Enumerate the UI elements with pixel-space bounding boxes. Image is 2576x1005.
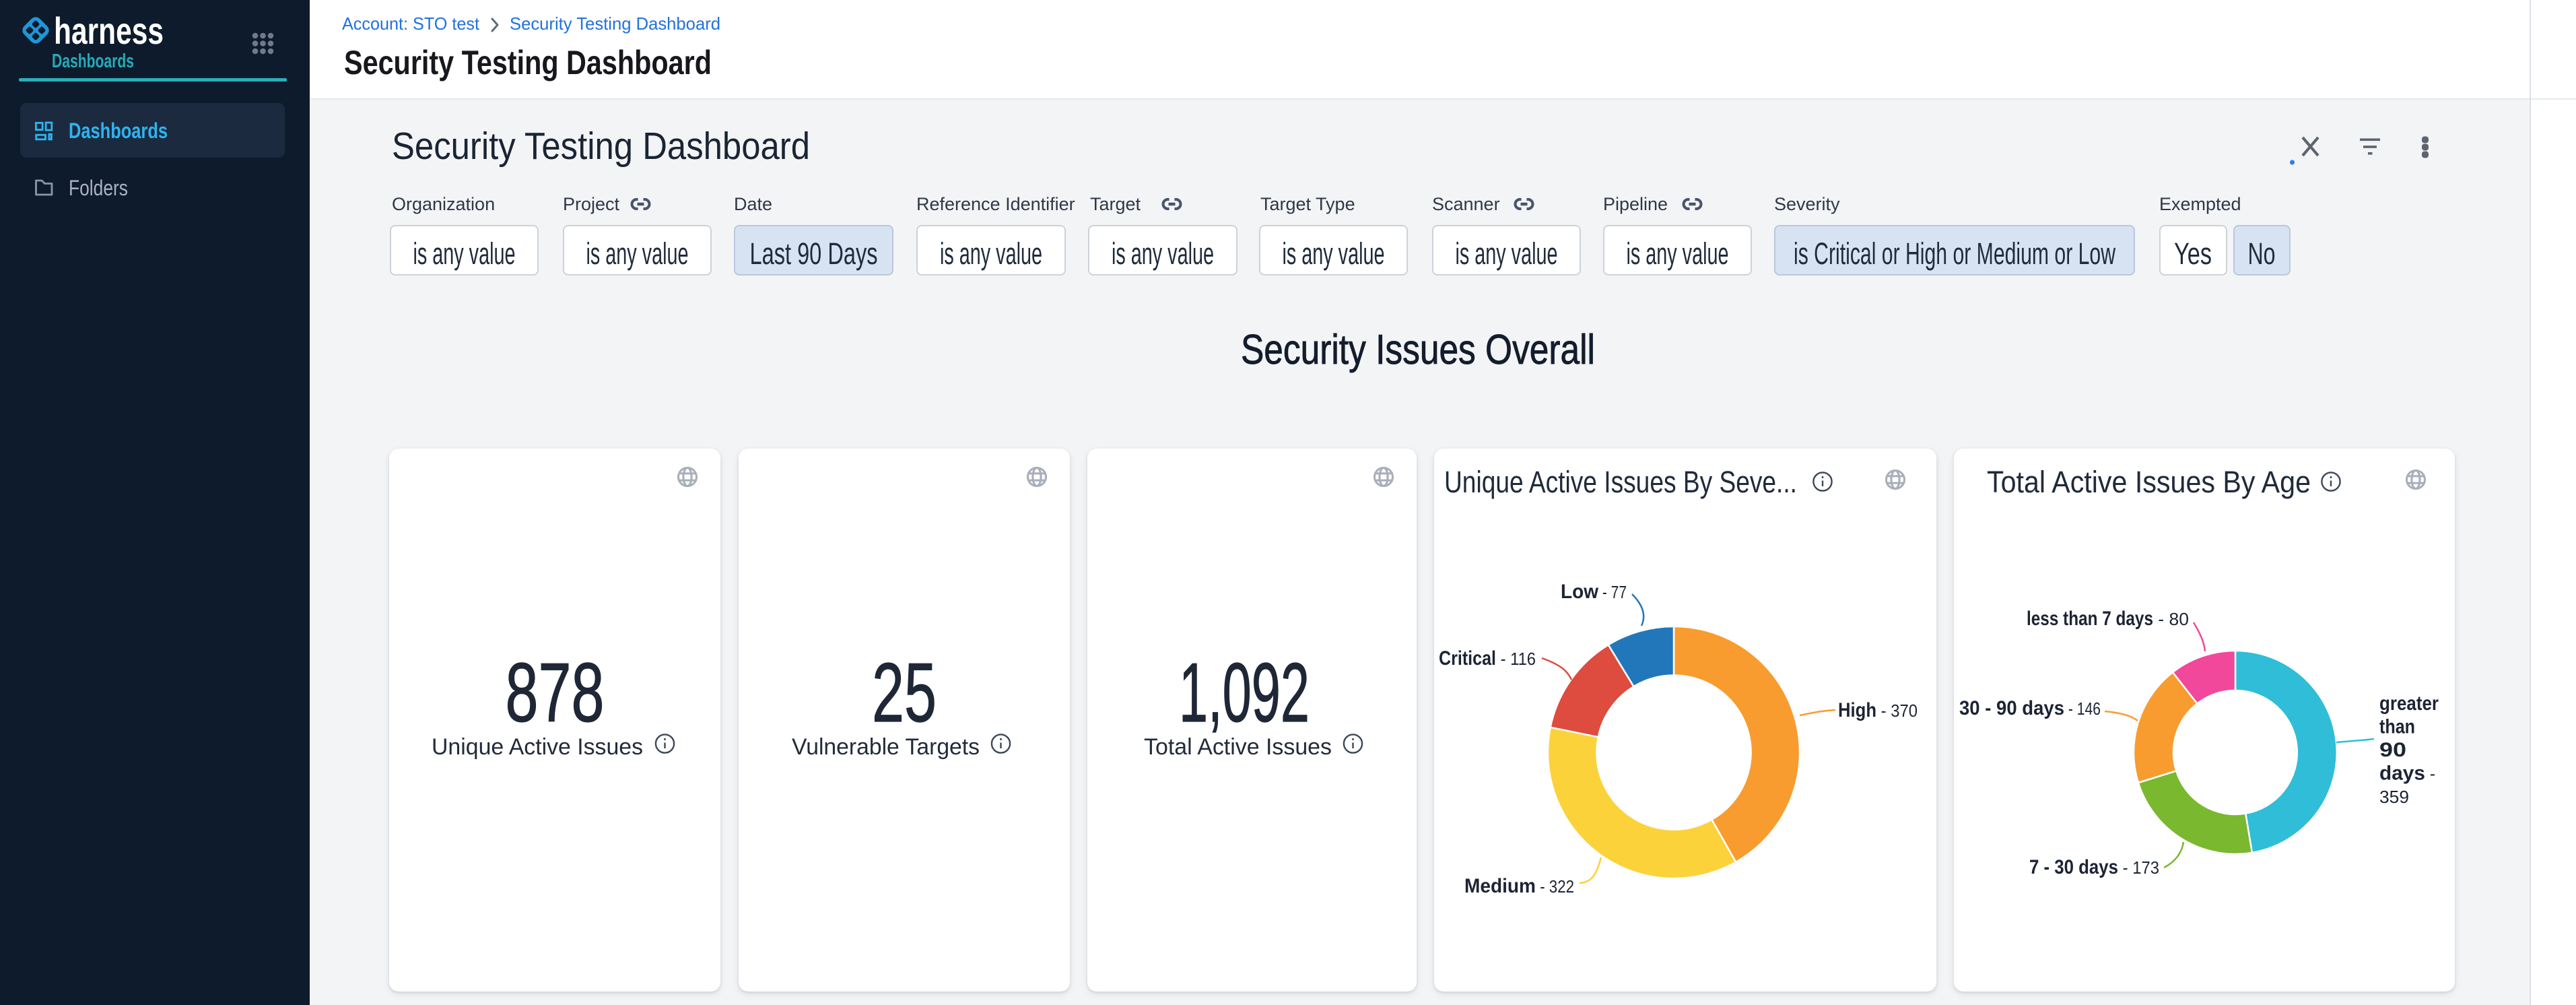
svg-text:Security Testing Dashboard: Security Testing Dashboard <box>510 13 720 34</box>
svg-text:Unique Active Issues By Seve..: Unique Active Issues By Seve... <box>1444 465 1797 499</box>
svg-text:Security Issues Overall: Security Issues Overall <box>1241 327 1595 373</box>
svg-text:Project: Project <box>563 194 620 214</box>
svg-text:Security Testing Dashboard: Security Testing Dashboard <box>392 125 810 168</box>
svg-text:Vulnerable Targets: Vulnerable Targets <box>792 734 980 760</box>
svg-text:Last 90 Days: Last 90 Days <box>750 236 878 271</box>
svg-text:Target Type: Target Type <box>1260 194 1355 214</box>
svg-text:is any value: is any value <box>413 236 516 271</box>
svg-text:30 - 90 days - 146: 30 - 90 days - 146 <box>1959 697 2101 719</box>
svg-text:greater: greater <box>2379 692 2439 715</box>
svg-text:Medium - 322: Medium - 322 <box>1464 875 1574 897</box>
svg-text:Target: Target <box>1090 194 1141 214</box>
svg-text:is any value: is any value <box>1283 236 1385 271</box>
svg-text:is any value: is any value <box>586 236 689 271</box>
svg-text:1,092: 1,092 <box>1179 647 1310 740</box>
svg-text:is Critical or High or Medium: is Critical or High or Medium or Low <box>1794 236 2115 271</box>
svg-text:High - 370: High - 370 <box>1838 699 1918 721</box>
svg-text:Account: STO test: Account: STO test <box>342 13 480 34</box>
svg-text:Pipeline: Pipeline <box>1603 194 1668 214</box>
svg-text:Reference Identifier: Reference Identifier <box>916 194 1075 214</box>
svg-text:878: 878 <box>506 647 605 740</box>
svg-text:Exempted: Exempted <box>2159 194 2241 214</box>
svg-text:is any value: is any value <box>1627 236 1729 271</box>
svg-text:25: 25 <box>872 647 937 740</box>
svg-text:Total Active Issues: Total Active Issues <box>1144 734 1332 760</box>
svg-text:7 - 30 days - 173: 7 - 30 days - 173 <box>2029 856 2159 878</box>
svg-text:Unique Active Issues: Unique Active Issues <box>432 734 643 760</box>
svg-text:Organization: Organization <box>392 194 495 214</box>
svg-text:days -: days - <box>2379 763 2435 785</box>
svg-text:Yes: Yes <box>2174 236 2212 271</box>
svg-text:90: 90 <box>2379 739 2406 761</box>
svg-text:than: than <box>2379 716 2415 738</box>
svg-text:Security Testing Dashboard: Security Testing Dashboard <box>344 44 712 82</box>
svg-text:Scanner: Scanner <box>1432 194 1500 214</box>
svg-text:Critical - 116: Critical - 116 <box>1439 647 1536 670</box>
svg-text:is any value: is any value <box>1112 236 1214 271</box>
svg-text:Date: Date <box>734 194 772 214</box>
svg-text:Low - 77: Low - 77 <box>1561 581 1627 603</box>
svg-text:less than 7 days - 80: less than 7 days - 80 <box>2027 608 2189 630</box>
svg-text:359: 359 <box>2379 787 2409 807</box>
svg-text:is any value: is any value <box>1456 236 1558 271</box>
svg-text:is any value: is any value <box>940 236 1042 271</box>
svg-text:No: No <box>2248 236 2276 271</box>
svg-text:Severity: Severity <box>1774 194 1840 214</box>
svg-text:Total Active Issues By Age: Total Active Issues By Age <box>1987 465 2311 499</box>
